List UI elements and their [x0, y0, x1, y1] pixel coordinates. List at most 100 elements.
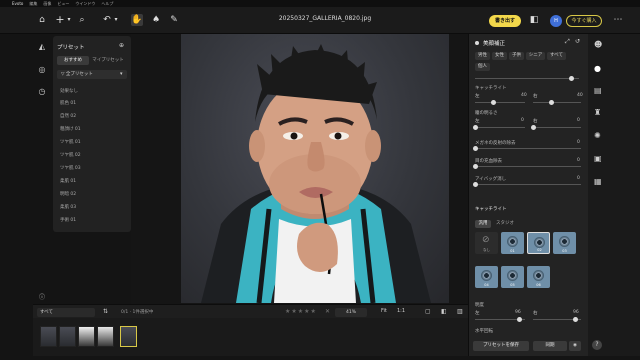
fit-button[interactable]: Fit	[381, 308, 387, 314]
chip-individual[interactable]: 個人	[475, 63, 490, 71]
clothes-icon[interactable]: ♜	[594, 108, 601, 117]
mode-general[interactable]: 汎用	[475, 220, 491, 228]
mode-studio[interactable]: スタジオ	[493, 220, 517, 228]
expand-icon[interactable]: ⤢	[565, 38, 570, 46]
eye-brightness-right-slider[interactable]	[533, 127, 581, 128]
thumbnail[interactable]	[59, 326, 76, 347]
filter-dropdown[interactable]: すべて	[37, 308, 95, 317]
catchlight-tile[interactable]: 01	[501, 232, 524, 254]
add-preset-icon[interactable]: ⊕	[119, 42, 124, 49]
camera-icon[interactable]: ▣	[594, 154, 602, 163]
menu-image[interactable]: 画像	[43, 1, 51, 7]
strength-slider-knob[interactable]	[569, 76, 574, 81]
eye-brightness-left-slider[interactable]	[475, 127, 525, 128]
more-icon[interactable]: ⋯	[612, 14, 624, 26]
preset-item[interactable]: 粗顔け 01	[60, 126, 81, 132]
chip-male[interactable]: 男性	[475, 52, 490, 60]
preset-item[interactable]: 明暗 02	[60, 191, 76, 197]
retouch-icon[interactable]: ◎	[37, 65, 47, 75]
preset-item[interactable]: 柔肌 03	[60, 204, 76, 210]
catchlight-tile[interactable]: 05	[501, 266, 524, 288]
one-to-one-button[interactable]: 1:1	[397, 308, 405, 314]
menu-help[interactable]: ヘルプ	[101, 1, 113, 7]
catchlight-left-slider[interactable]	[475, 102, 525, 103]
strength-slider[interactable]	[475, 78, 579, 79]
eyebag-knob[interactable]	[473, 182, 478, 187]
preset-item[interactable]: ツヤ肌 03	[60, 165, 81, 171]
eraser-tool-icon[interactable]: ✎	[168, 14, 180, 26]
rating-stars[interactable]: ★★★★★	[285, 308, 317, 315]
preset-item[interactable]: 効果なし	[60, 88, 78, 94]
catchlight-left-knob[interactable]	[491, 100, 496, 105]
face-icon[interactable]: ☻	[594, 40, 602, 49]
user-avatar[interactable]: H	[550, 15, 562, 27]
menu-view[interactable]: ビュー	[57, 1, 69, 7]
app-name[interactable]: Evoto	[12, 1, 23, 6]
preset-item[interactable]: 自然 02	[60, 113, 76, 119]
adjust-icon[interactable]: ▦	[594, 177, 602, 186]
preset-dropdown[interactable]: ▽ 全プリセット	[57, 70, 127, 79]
menu-window[interactable]: ウインドウ	[75, 1, 95, 7]
background-icon[interactable]: ▤	[594, 86, 602, 95]
thumbnail-selected[interactable]	[120, 326, 137, 347]
sync-toggle[interactable]: ◉	[569, 341, 581, 351]
presets-icon[interactable]: ◭	[37, 42, 47, 52]
glasses-glare-knob[interactable]	[473, 146, 478, 151]
menu-edit[interactable]: 編集	[29, 1, 37, 7]
size-left-knob[interactable]	[517, 317, 522, 322]
preset-item[interactable]: 柔肌 01	[60, 178, 76, 184]
chevron-down-icon[interactable]: ▾	[110, 14, 122, 26]
zoom-dropdown[interactable]: 41%	[335, 308, 367, 317]
catchlight-none-tile[interactable]: ⊘ なし	[475, 232, 498, 254]
view-single-icon[interactable]: ▢	[425, 308, 431, 315]
redeye-slider[interactable]	[475, 166, 581, 167]
tab-my-presets[interactable]: マイプリセット	[91, 56, 125, 65]
thumbnail[interactable]	[78, 326, 95, 347]
chip-child[interactable]: 子供	[509, 52, 524, 60]
view-split-icon[interactable]: ◧	[441, 308, 447, 315]
chip-all[interactable]: すべて	[547, 52, 566, 60]
reject-icon[interactable]: ✕	[325, 308, 330, 315]
thumbnail[interactable]	[97, 326, 114, 347]
body-icon[interactable]: ●	[594, 64, 601, 73]
tab-recommended[interactable]: おすすめ	[57, 56, 89, 65]
chip-female[interactable]: 女性	[492, 52, 507, 60]
catchlight-tile[interactable]: 06	[527, 266, 550, 288]
chip-senior[interactable]: シニア	[526, 52, 545, 60]
save-preset-button[interactable]: プリセットを保存	[473, 341, 529, 351]
search-icon[interactable]: ⌕	[76, 14, 88, 26]
home-icon[interactable]: ⌂	[36, 14, 48, 26]
brush-tool-icon[interactable]: ♠	[150, 14, 162, 26]
redeye-knob[interactable]	[473, 164, 478, 169]
preset-item[interactable]: 肌色 01	[60, 100, 76, 106]
export-button[interactable]: 書き出す	[489, 15, 521, 27]
preset-item[interactable]: 手術 01	[60, 217, 76, 223]
chevron-down-icon[interactable]: ▾	[63, 14, 75, 26]
reset-icon[interactable]: ↺	[575, 38, 580, 45]
catchlight-right-slider[interactable]	[533, 102, 581, 103]
buy-now-button[interactable]: 今すぐ購入	[566, 15, 602, 27]
thumbnail[interactable]	[40, 326, 57, 347]
glasses-glare-slider[interactable]	[475, 148, 581, 149]
eyebag-slider[interactable]	[475, 184, 581, 185]
info-icon[interactable]: ⓘ	[37, 293, 47, 303]
hand-tool-icon[interactable]: ✋	[131, 14, 143, 26]
catchlight-tile[interactable]: 03	[553, 232, 576, 254]
size-right-knob[interactable]	[573, 317, 578, 322]
eye-brightness-left-knob[interactable]	[473, 125, 478, 130]
portrait-photo[interactable]	[181, 34, 449, 303]
panel-toggle-icon[interactable]: ▥	[457, 308, 463, 315]
eye-brightness-right-knob[interactable]	[531, 125, 536, 130]
preset-item[interactable]: ツヤ肌 01	[60, 139, 81, 145]
help-icon[interactable]: ?	[592, 340, 602, 350]
catchlight-tile[interactable]: 04	[475, 266, 498, 288]
compare-icon[interactable]: ◧	[528, 14, 540, 26]
history-icon[interactable]: ◷	[37, 87, 47, 97]
catchlight-right-knob[interactable]	[549, 100, 554, 105]
catchlight-tile[interactable]: 02	[527, 232, 550, 254]
sort-icon[interactable]: ⇅	[103, 308, 108, 315]
glasses-glare-label: メガネの反射の除去	[475, 141, 516, 146]
sync-button[interactable]: 同期	[533, 341, 567, 351]
preset-item[interactable]: ツヤ肌 02	[60, 152, 81, 158]
color-icon[interactable]: ✺	[594, 131, 601, 140]
